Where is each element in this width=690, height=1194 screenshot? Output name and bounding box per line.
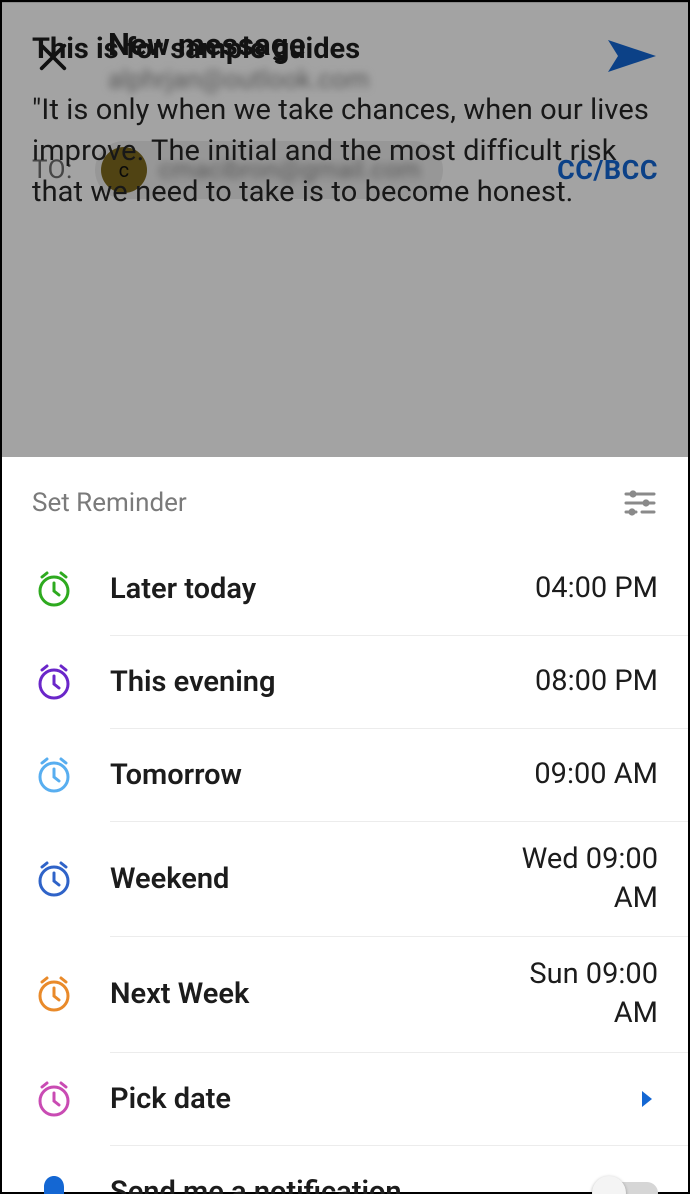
- clock-icon: [32, 1077, 76, 1121]
- reminder-sheet: Set Reminder Later: [2, 457, 688, 1192]
- option-pick-date[interactable]: Pick date: [2, 1053, 688, 1145]
- sliders-icon: [624, 489, 656, 517]
- clock-icon: [32, 567, 76, 611]
- option-time: 04:00 PM: [535, 569, 658, 608]
- chevron-right-icon: [636, 1088, 658, 1110]
- option-this-evening[interactable]: This evening 08:00 PM: [2, 636, 688, 728]
- option-tomorrow[interactable]: Tomorrow 09:00 AM: [2, 729, 688, 821]
- clock-icon: [32, 972, 76, 1016]
- reminder-options-list: Later today 04:00 PM This evening 08:00 …: [2, 543, 688, 1194]
- option-label: Tomorrow: [110, 758, 534, 792]
- option-later-today[interactable]: Later today 04:00 PM: [2, 543, 688, 635]
- modal-backdrop[interactable]: [2, 2, 688, 457]
- option-weekend[interactable]: Weekend Wed 09:00 AM: [2, 822, 688, 936]
- clock-icon: [32, 857, 76, 901]
- sheet-header: Set Reminder: [2, 485, 688, 543]
- clock-icon: [32, 660, 76, 704]
- option-label: Later today: [110, 572, 535, 606]
- clock-icon: [32, 753, 76, 797]
- notify-row: Send me a notification: [2, 1146, 688, 1194]
- notify-toggle[interactable]: [594, 1176, 658, 1194]
- toggle-thumb: [592, 1176, 626, 1194]
- sheet-title: Set Reminder: [32, 488, 187, 518]
- settings-button[interactable]: [622, 485, 658, 521]
- notify-label: Send me a notification: [110, 1175, 594, 1194]
- option-time: Sun 09:00 AM: [529, 955, 658, 1033]
- option-label: This evening: [110, 665, 535, 699]
- app-root: New message alphrjan@outlook.com TO: c c…: [0, 0, 690, 1194]
- option-label: Pick date: [110, 1082, 636, 1116]
- bell-icon: [32, 1170, 76, 1194]
- option-label: Next Week: [110, 977, 529, 1011]
- option-time: 08:00 PM: [535, 662, 658, 701]
- option-time: Wed 09:00 AM: [522, 840, 658, 918]
- option-time: 09:00 AM: [534, 755, 658, 794]
- option-label: Weekend: [110, 862, 522, 896]
- option-next-week[interactable]: Next Week Sun 09:00 AM: [2, 937, 688, 1051]
